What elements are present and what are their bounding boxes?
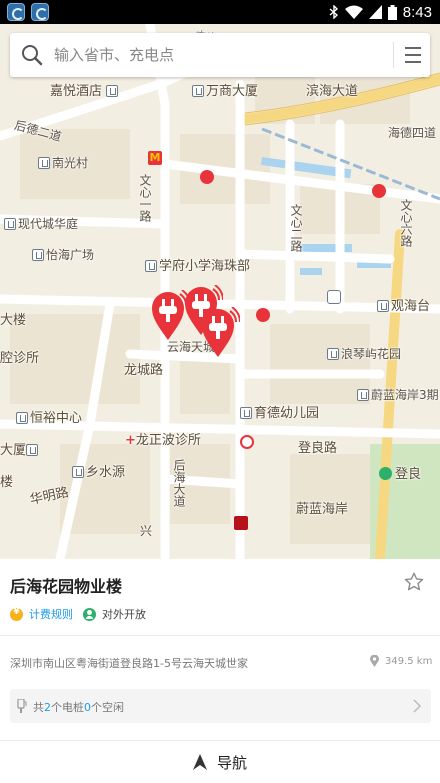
metro-icon [379, 467, 392, 480]
map-label: 嘉悦酒店 [50, 85, 120, 99]
location-pin-icon [370, 655, 379, 667]
app-notification-icon [7, 3, 25, 21]
map-label: 文心二路 [289, 204, 303, 252]
map-label: 大楼 [0, 313, 27, 328]
map-label: 滨海大道 [306, 84, 359, 99]
map-label: 恒裕中心 [16, 412, 82, 426]
navigate-button[interactable]: 导航 [0, 741, 440, 783]
pile-idle-count: 0 [84, 701, 91, 714]
map-label: 育德幼儿园 [240, 407, 319, 421]
clock: 8:43 [402, 3, 432, 21]
map-label: 后海大道 [172, 459, 186, 507]
map-label: 蔚蓝海岸 [296, 502, 349, 517]
station-info-card: 后海花园物业楼 计费规则 对外开放 深圳市南山区粤海街道登良路1-5号云海天城世… [0, 559, 440, 783]
fee-icon [10, 607, 23, 621]
hospital-icon [240, 435, 254, 449]
map-label: 蔚蓝海岸3期 [357, 388, 439, 402]
map-label: 楼 [0, 475, 14, 490]
building-icon [38, 157, 50, 169]
status-icons: 8:43 [329, 0, 432, 24]
divider [0, 635, 440, 636]
favorite-star-icon[interactable] [403, 571, 425, 593]
map-label: 怡海广场 [32, 248, 94, 262]
app-notification-icon [31, 3, 49, 21]
map-label: 南光村 [38, 156, 88, 170]
restaurant-icon [72, 466, 84, 478]
charging-piles-row[interactable]: 共2个电桩0个空闲 [10, 689, 431, 723]
map-label: 观海台 [377, 300, 430, 314]
map-label: 浪琴屿花园 [327, 347, 401, 361]
menu-button[interactable] [400, 44, 426, 66]
charging-station-marker[interactable] [150, 290, 190, 340]
kfc-icon [234, 516, 248, 530]
map-label: 兴 [140, 524, 153, 538]
building-icon [32, 249, 44, 261]
signal-icon [368, 5, 382, 19]
battery-icon [387, 4, 397, 20]
navigate-arrow-icon [193, 754, 207, 770]
map-label: 乡水源 [72, 466, 125, 480]
map-view[interactable]: 中兴 万商大厦 滨海大道 嘉悦酒店 后德二道 海德四道 南光村 现代城华庭 怡海… [0, 24, 440, 559]
station-tags: 计费规则 对外开放 [10, 606, 146, 622]
charging-plug-icon [202, 307, 240, 357]
open-status: 对外开放 [102, 608, 146, 621]
map-label: 万商大厦 [192, 85, 258, 99]
wifi-icon [344, 5, 363, 19]
map-label: 文心一路 [138, 174, 152, 222]
charger-pile-icon [17, 699, 27, 713]
building-icon [377, 300, 389, 312]
bank-icon [256, 308, 270, 322]
hotel-icon [106, 85, 119, 97]
station-name: 后海花园物业楼 [10, 577, 123, 596]
map-label: 登良 [379, 467, 421, 482]
public-access-icon [83, 607, 96, 621]
station-distance: 349.5 km [385, 656, 433, 667]
school-icon [145, 260, 157, 272]
map-label: 大厦 [0, 444, 40, 458]
map-label: 文心六路 [399, 199, 413, 247]
building-icon [357, 389, 369, 401]
charging-piles-summary: 共2个电桩0个空闲 [33, 701, 124, 714]
search-input[interactable] [54, 43, 374, 67]
bank-icon [200, 170, 214, 184]
bluetooth-icon [329, 5, 338, 19]
map-label: 龙城路 [124, 363, 164, 378]
school-icon [240, 407, 252, 419]
map-label: +龙正波诊所 [125, 433, 201, 448]
search-bar [10, 33, 430, 77]
building-icon [192, 85, 204, 97]
fee-rules-link[interactable]: 计费规则 [29, 606, 73, 622]
map-label: 登良路 [298, 441, 338, 456]
menu-icon [405, 47, 421, 49]
station-address: 深圳市南山区粤海街道登良路1-5号云海天城世家 [10, 657, 248, 670]
pile-total-count: 2 [44, 701, 51, 714]
search-icon[interactable] [21, 44, 43, 66]
navigate-label: 导航 [217, 754, 248, 772]
gas-station-icon [327, 290, 341, 304]
map-label: 学府小学海珠部 [145, 260, 250, 274]
building-icon [16, 412, 28, 424]
charging-station-marker[interactable] [200, 307, 240, 357]
building-icon [4, 218, 16, 230]
chevron-right-icon [413, 699, 421, 713]
building-icon [327, 348, 339, 360]
building-icon [26, 444, 39, 456]
search-divider [393, 42, 394, 68]
mcdonalds-icon: M [148, 151, 162, 165]
map-label: 现代城华庭 [4, 217, 78, 231]
bank-icon [372, 184, 386, 198]
status-bar: 8:43 [0, 0, 440, 24]
map-label: 海德四道 [388, 126, 437, 140]
clinic-icon: + [125, 433, 136, 448]
map-label: 腔诊所 [0, 351, 40, 366]
